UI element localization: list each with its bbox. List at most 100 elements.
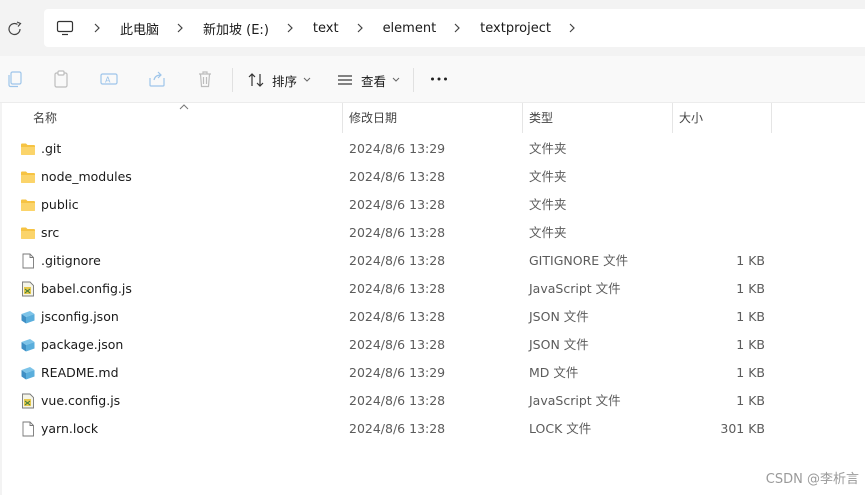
column-header: 名称 修改日期 类型 大小 xyxy=(0,103,865,133)
file-row[interactable]: package.json 2024/8/6 13:28 JSON 文件 1 KB xyxy=(0,331,865,359)
file-type: 文件夹 xyxy=(529,141,567,156)
js-file-icon xyxy=(22,393,34,409)
breadcrumb[interactable]: 此电脑 新加坡 (E:) text element textproject xyxy=(44,9,865,47)
view-label: 查看 xyxy=(361,73,387,89)
watermark: CSDN @李析言 xyxy=(765,472,859,487)
file-modified: 2024/8/6 13:28 xyxy=(349,309,446,324)
file-type: JavaScript 文件 xyxy=(529,393,621,408)
breadcrumb-label: text xyxy=(312,20,339,36)
file-modified: 2024/8/6 13:28 xyxy=(349,253,446,268)
file-row[interactable]: .git 2024/8/6 13:29 文件夹 xyxy=(0,135,865,163)
file-modified: 2024/8/6 13:28 xyxy=(349,281,446,296)
file-name[interactable]: public xyxy=(41,191,79,219)
file-name[interactable]: package.json xyxy=(41,331,123,359)
breadcrumb-label: 此电脑 xyxy=(120,22,160,38)
chevron-right-icon[interactable] xyxy=(285,22,295,34)
breadcrumb-item[interactable]: 新加坡 (E:) xyxy=(175,19,285,38)
json-file-icon xyxy=(21,339,35,352)
file-name[interactable]: yarn.lock xyxy=(41,415,98,443)
json-file-icon xyxy=(21,311,35,324)
file-size: 301 KB xyxy=(720,421,765,436)
share-icon[interactable] xyxy=(147,69,167,89)
column-size[interactable]: 大小 xyxy=(672,103,772,133)
blank-file-icon xyxy=(22,421,34,437)
breadcrumb-label: 新加坡 (E:) xyxy=(203,22,269,38)
file-type: 文件夹 xyxy=(529,225,567,240)
copy-icon[interactable] xyxy=(5,69,25,89)
file-type: JSON 文件 xyxy=(529,309,589,324)
breadcrumb-item[interactable]: element xyxy=(355,21,453,36)
rename-icon[interactable]: A xyxy=(99,69,119,89)
view-button[interactable]: 查看 xyxy=(337,68,400,92)
chevron-down-icon xyxy=(392,77,400,82)
file-row[interactable]: src 2024/8/6 13:28 文件夹 xyxy=(0,219,865,247)
file-name[interactable]: README.md xyxy=(41,359,119,387)
chevron-right-icon[interactable] xyxy=(452,22,462,34)
js-file-icon xyxy=(22,281,34,297)
folder-icon xyxy=(21,171,35,183)
file-name[interactable]: jsconfig.json xyxy=(41,303,119,331)
file-modified: 2024/8/6 13:28 xyxy=(349,421,446,436)
chevron-right-icon[interactable] xyxy=(567,22,577,34)
sort-label: 排序 xyxy=(272,73,298,89)
delete-icon[interactable] xyxy=(195,69,215,89)
column-modified[interactable]: 修改日期 xyxy=(342,103,522,133)
breadcrumb-expand[interactable] xyxy=(567,22,595,34)
file-row[interactable]: .gitignore 2024/8/6 13:28 GITIGNORE 文件 1 KB xyxy=(0,247,865,275)
column-name[interactable]: 名称 xyxy=(27,103,342,133)
file-row[interactable]: public 2024/8/6 13:28 文件夹 xyxy=(0,191,865,219)
file-modified: 2024/8/6 13:28 xyxy=(349,337,446,352)
file-type: LOCK 文件 xyxy=(529,421,592,436)
command-bar: A 排序 查看 xyxy=(0,56,865,103)
file-name[interactable]: src xyxy=(41,219,59,247)
file-row[interactable]: yarn.lock 2024/8/6 13:28 LOCK 文件 301 KB xyxy=(0,415,865,443)
address-bar-area: 此电脑 新加坡 (E:) text element textproject xyxy=(0,0,865,56)
refresh-icon[interactable] xyxy=(4,18,26,40)
file-type: MD 文件 xyxy=(529,365,579,380)
file-type: 文件夹 xyxy=(529,197,567,212)
file-type: 文件夹 xyxy=(529,169,567,184)
file-size: 1 KB xyxy=(736,393,765,408)
file-type: JavaScript 文件 xyxy=(529,281,621,296)
toolbar-divider xyxy=(413,68,414,92)
file-row[interactable]: vue.config.js 2024/8/6 13:28 JavaScript 文件… xyxy=(0,387,865,415)
file-modified: 2024/8/6 13:28 xyxy=(349,393,446,408)
more-icon[interactable] xyxy=(429,69,449,89)
chevron-down-icon xyxy=(303,77,311,82)
file-modified: 2024/8/6 13:29 xyxy=(349,365,446,380)
file-row[interactable]: babel.config.js 2024/8/6 13:28 JavaScript … xyxy=(0,275,865,303)
md-file-icon xyxy=(21,367,35,380)
file-row[interactable]: jsconfig.json 2024/8/6 13:28 JSON 文件 1 KB xyxy=(0,303,865,331)
chevron-right-icon[interactable] xyxy=(92,22,102,34)
breadcrumb-item[interactable]: textproject xyxy=(452,21,567,36)
file-name[interactable]: .gitignore xyxy=(41,247,101,275)
file-name[interactable]: node_modules xyxy=(41,163,132,191)
breadcrumb-item[interactable]: 此电脑 xyxy=(92,19,175,38)
file-list: .git 2024/8/6 13:29 文件夹 node_modules 2024/8/… xyxy=(0,135,865,443)
folder-icon xyxy=(21,143,35,155)
file-modified: 2024/8/6 13:28 xyxy=(349,225,446,240)
file-name[interactable]: .git xyxy=(41,135,61,163)
file-name[interactable]: vue.config.js xyxy=(41,387,120,415)
sort-icon xyxy=(248,73,264,87)
file-modified: 2024/8/6 13:28 xyxy=(349,169,446,184)
file-name[interactable]: babel.config.js xyxy=(41,275,132,303)
folder-icon xyxy=(21,199,35,211)
blank-file-icon xyxy=(22,253,34,269)
file-row[interactable]: README.md 2024/8/6 13:29 MD 文件 1 KB xyxy=(0,359,865,387)
paste-icon[interactable] xyxy=(51,69,71,89)
file-type: GITIGNORE 文件 xyxy=(529,253,629,268)
chevron-right-icon[interactable] xyxy=(175,22,185,34)
file-size: 1 KB xyxy=(736,309,765,324)
breadcrumb-item[interactable]: text xyxy=(285,21,355,36)
file-modified: 2024/8/6 13:29 xyxy=(349,141,446,156)
file-size: 1 KB xyxy=(736,253,765,268)
sort-button[interactable]: 排序 xyxy=(248,68,311,92)
computer-icon[interactable] xyxy=(56,20,74,36)
column-type[interactable]: 类型 xyxy=(522,103,672,133)
breadcrumb-label: textproject xyxy=(480,20,551,36)
svg-text:A: A xyxy=(105,76,111,85)
chevron-right-icon[interactable] xyxy=(355,22,365,34)
file-size: 1 KB xyxy=(736,337,765,352)
file-row[interactable]: node_modules 2024/8/6 13:28 文件夹 xyxy=(0,163,865,191)
